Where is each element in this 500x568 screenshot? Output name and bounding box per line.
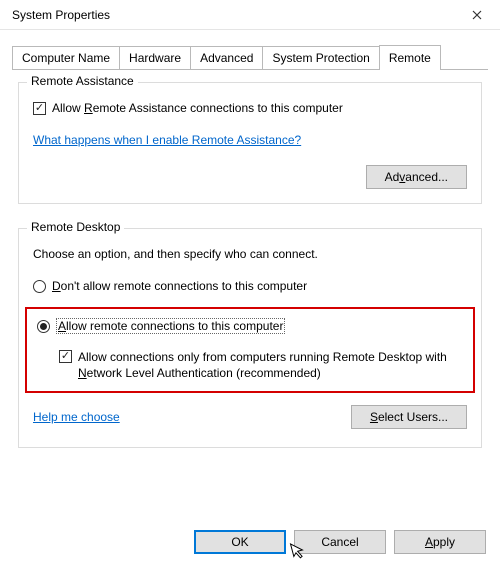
highlighted-selection: Allow remote connections to this compute… — [25, 307, 475, 393]
close-icon — [472, 10, 482, 20]
close-button[interactable] — [454, 0, 500, 30]
checkbox-label: Allow Remote Assistance connections to t… — [52, 101, 343, 115]
link-help-me-choose[interactable]: Help me choose — [33, 410, 120, 424]
checkbox-icon — [33, 102, 46, 115]
tab-content-remote: Remote Assistance Allow Remote Assistanc… — [0, 70, 500, 484]
radio-label: Don't allow remote connections to this c… — [52, 279, 307, 293]
advanced-button[interactable]: Advanced... — [366, 165, 467, 189]
radio-label: Allow remote connections to this compute… — [56, 319, 285, 333]
dialog-button-row: OK Cancel Apply — [194, 530, 486, 554]
window-title: System Properties — [12, 8, 110, 22]
titlebar: System Properties — [0, 0, 500, 30]
legend-remote-assistance: Remote Assistance — [27, 74, 138, 88]
tab-hardware[interactable]: Hardware — [119, 46, 191, 69]
radio-dont-allow[interactable]: Don't allow remote connections to this c… — [33, 279, 467, 293]
checkbox-label: Allow connections only from computers ru… — [78, 349, 463, 381]
radio-icon — [37, 320, 50, 333]
groupbox-remote-desktop: Remote Desktop Choose an option, and the… — [18, 228, 482, 448]
link-remote-assistance-help[interactable]: What happens when I enable Remote Assist… — [33, 133, 301, 147]
tab-remote[interactable]: Remote — [379, 45, 441, 70]
cancel-button[interactable]: Cancel — [294, 530, 386, 554]
checkbox-nla[interactable]: Allow connections only from computers ru… — [59, 349, 463, 381]
tab-system-protection[interactable]: System Protection — [262, 46, 379, 69]
checkbox-allow-remote-assistance[interactable]: Allow Remote Assistance connections to t… — [33, 101, 467, 115]
radio-icon — [33, 280, 46, 293]
legend-remote-desktop: Remote Desktop — [27, 220, 124, 234]
radio-allow[interactable]: Allow remote connections to this compute… — [37, 319, 463, 333]
tab-strip: Computer Name Hardware Advanced System P… — [12, 44, 488, 70]
instruction-text: Choose an option, and then specify who c… — [33, 247, 467, 261]
checkbox-icon — [59, 350, 72, 363]
groupbox-remote-assistance: Remote Assistance Allow Remote Assistanc… — [18, 82, 482, 204]
select-users-button[interactable]: Select Users... — [351, 405, 467, 429]
apply-button[interactable]: Apply — [394, 530, 486, 554]
tab-advanced[interactable]: Advanced — [190, 46, 263, 69]
ok-button[interactable]: OK — [194, 530, 286, 554]
tab-computer-name[interactable]: Computer Name — [12, 46, 120, 69]
